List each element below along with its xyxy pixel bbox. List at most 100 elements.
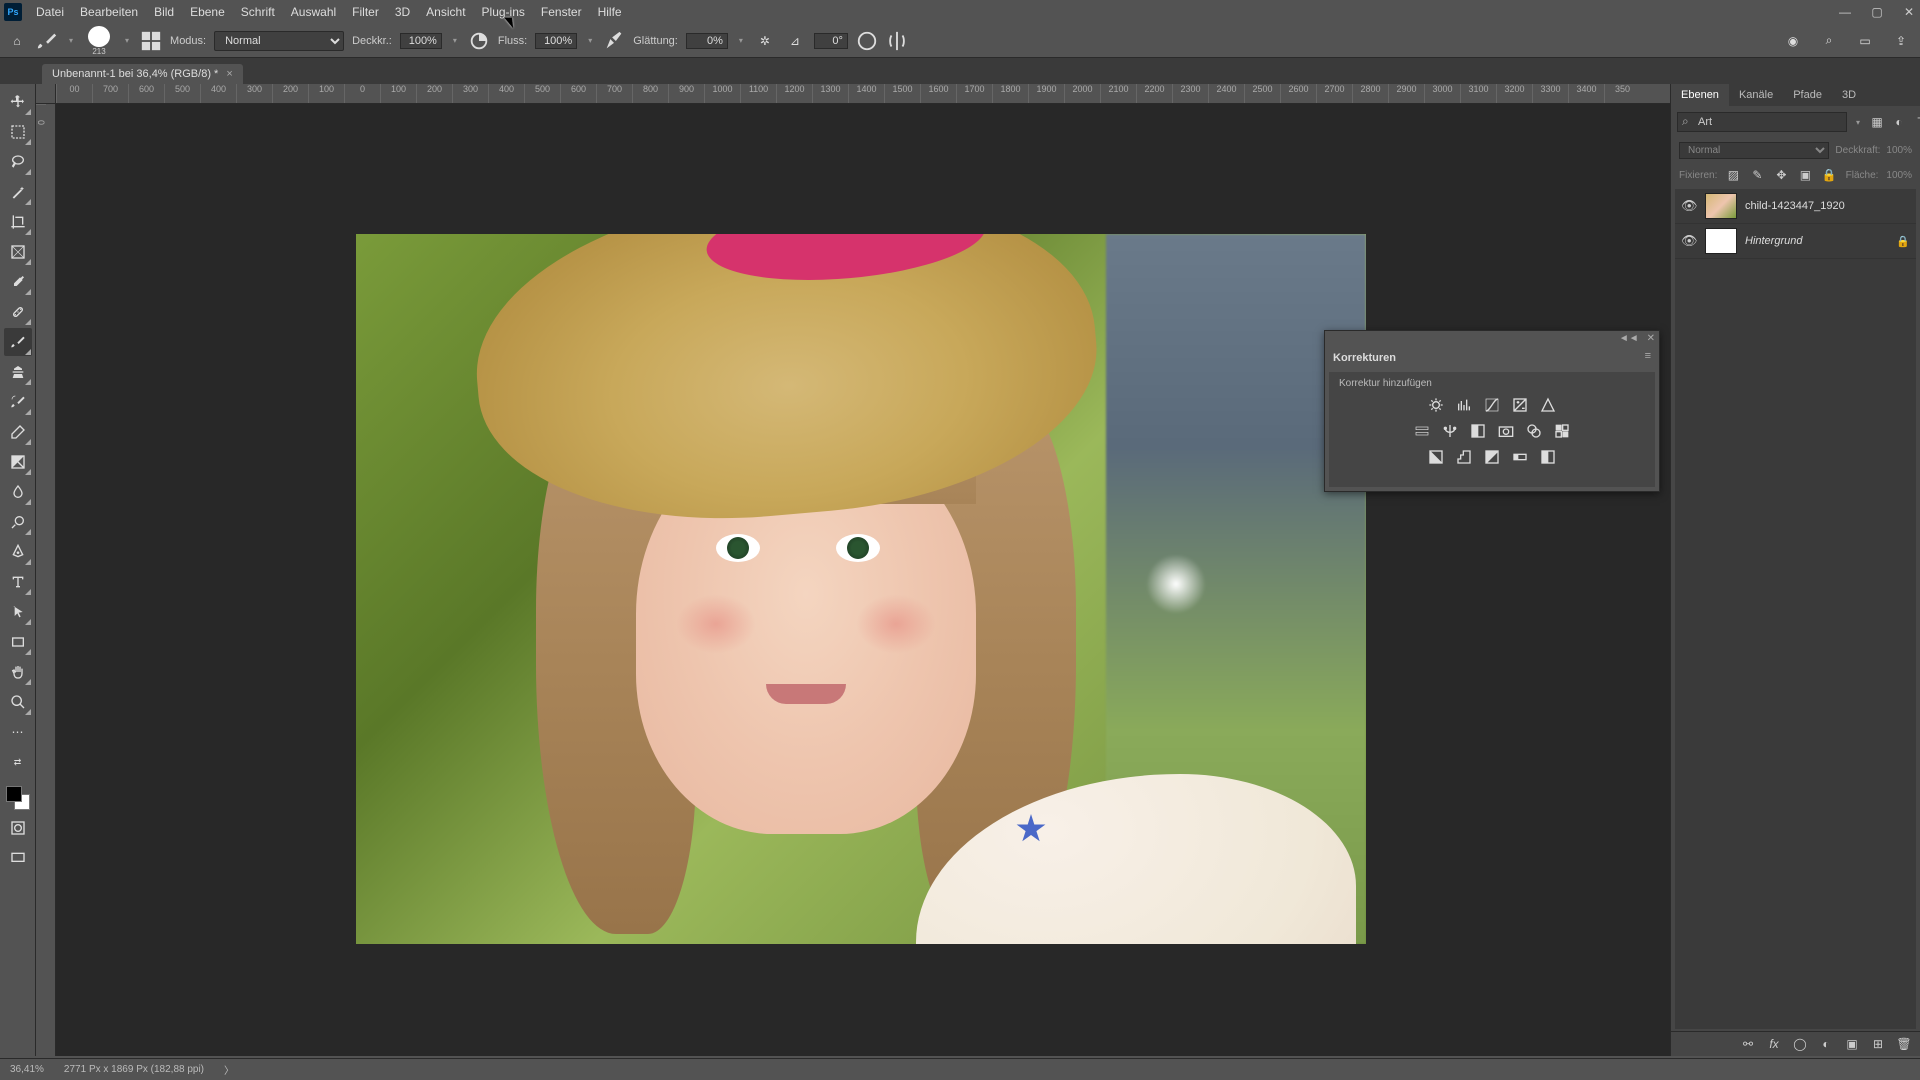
menu-datei[interactable]: Datei — [28, 2, 72, 22]
hand-tool[interactable] — [4, 658, 32, 686]
lasso-tool[interactable] — [4, 148, 32, 176]
flow-input[interactable] — [535, 33, 577, 49]
more-tools[interactable]: ⋯ — [4, 718, 32, 746]
opacity-dropdown[interactable]: ▾ — [450, 36, 460, 45]
menu-filter[interactable]: Filter — [344, 2, 387, 22]
status-caret[interactable]: 〉 — [224, 1062, 234, 1077]
zoom-tool[interactable] — [4, 688, 32, 716]
share-icon[interactable]: ⇪ — [1890, 30, 1912, 52]
fill-value[interactable]: 100% — [1886, 170, 1912, 181]
filter-pixel-icon[interactable]: ▦ — [1869, 114, 1885, 130]
layer-row[interactable]: 👁 Hintergrund 🔒 — [1675, 224, 1916, 259]
brush-tool-icon[interactable] — [36, 30, 58, 52]
pen-tool[interactable] — [4, 538, 32, 566]
menu-fenster[interactable]: Fenster — [533, 2, 590, 22]
quick-mask-icon[interactable] — [4, 814, 32, 842]
channel-mixer-icon[interactable] — [1524, 421, 1544, 441]
crop-tool[interactable] — [4, 208, 32, 236]
window-minimize[interactable]: — — [1838, 5, 1852, 19]
document-tab[interactable]: Unbenannt-1 bei 36,4% (RGB/8) * × — [42, 64, 243, 84]
move-tool[interactable] — [4, 88, 32, 116]
hue-saturation-icon[interactable] — [1412, 421, 1432, 441]
layer-mask-icon[interactable]: ◯ — [1792, 1036, 1808, 1052]
color-balance-icon[interactable] — [1440, 421, 1460, 441]
symmetry-icon[interactable] — [886, 30, 908, 52]
threshold-icon[interactable] — [1482, 447, 1502, 467]
home-icon[interactable]: ⌂ — [6, 30, 28, 52]
tool-preset-dropdown[interactable]: ▾ — [66, 36, 76, 45]
tab-close-icon[interactable]: × — [226, 68, 232, 80]
layers-list[interactable]: 👁 child-1423447_1920 👁 Hintergrund 🔒 — [1675, 189, 1916, 1029]
window-maximize[interactable]: ▢ — [1870, 5, 1884, 19]
layer-thumbnail[interactable] — [1705, 228, 1737, 254]
pressure-size-icon[interactable] — [856, 30, 878, 52]
history-brush-tool[interactable] — [4, 388, 32, 416]
levels-icon[interactable] — [1454, 395, 1474, 415]
magic-wand-tool[interactable] — [4, 178, 32, 206]
lock-pixels-icon[interactable]: ✎ — [1749, 167, 1765, 183]
pressure-opacity-icon[interactable] — [468, 30, 490, 52]
opacity-input[interactable] — [400, 33, 442, 49]
brush-preview[interactable]: 213 — [84, 26, 114, 56]
layer-fx-icon[interactable]: fx — [1766, 1036, 1782, 1052]
smoothing-dropdown[interactable]: ▾ — [736, 36, 746, 45]
filter-dropdown[interactable]: ▾ — [1853, 118, 1863, 127]
color-swatches[interactable] — [4, 784, 32, 812]
layer-group-icon[interactable]: ▣ — [1844, 1036, 1860, 1052]
menu-hilfe[interactable]: Hilfe — [590, 2, 630, 22]
eraser-tool[interactable] — [4, 418, 32, 446]
photo-filter-icon[interactable] — [1496, 421, 1516, 441]
color-lookup-icon[interactable] — [1552, 421, 1572, 441]
curves-icon[interactable] — [1482, 395, 1502, 415]
blend-mode-select[interactable]: Normal — [214, 31, 344, 51]
lock-position-icon[interactable]: ✥ — [1773, 167, 1789, 183]
black-white-icon[interactable] — [1468, 421, 1488, 441]
lock-transparency-icon[interactable]: ▨ — [1725, 167, 1741, 183]
vibrance-icon[interactable] — [1538, 395, 1558, 415]
flow-dropdown[interactable]: ▾ — [585, 36, 595, 45]
adjustments-panel[interactable]: ◄◄ ✕ Korrekturen ≡ Korrektur hinzufügen — [1324, 330, 1660, 492]
edit-toolbar[interactable]: ⇄ — [4, 748, 32, 776]
layer-thumbnail[interactable] — [1705, 193, 1737, 219]
brush-tool[interactable] — [4, 328, 32, 356]
menu-schrift[interactable]: Schrift — [233, 2, 283, 22]
lock-icon[interactable]: 🔒 — [1896, 235, 1910, 248]
layer-name[interactable]: child-1423447_1920 — [1745, 200, 1910, 212]
menu-3d[interactable]: 3D — [387, 2, 418, 22]
menu-ebene[interactable]: Ebene — [182, 2, 233, 22]
layer-name[interactable]: Hintergrund — [1745, 235, 1888, 247]
adjustments-tab[interactable]: Korrekturen — [1333, 352, 1396, 364]
canvas-area[interactable]: 0070060050040030020010001002003004005006… — [36, 84, 1670, 1056]
rectangle-tool[interactable] — [4, 628, 32, 656]
type-tool[interactable] — [4, 568, 32, 596]
smoothing-options-icon[interactable]: ✲ — [754, 30, 776, 52]
zoom-percentage[interactable]: 36,41% — [10, 1064, 44, 1075]
brush-settings-icon[interactable] — [140, 30, 162, 52]
adjustment-layer-icon[interactable]: ◐ — [1818, 1036, 1834, 1052]
ruler-origin[interactable] — [36, 84, 56, 104]
lock-all-icon[interactable]: 🔒 — [1821, 167, 1837, 183]
visibility-icon[interactable]: 👁 — [1681, 233, 1697, 249]
frame-tool[interactable] — [4, 238, 32, 266]
layer-opacity-value[interactable]: 100% — [1886, 145, 1912, 156]
menu-ansicht[interactable]: Ansicht — [418, 2, 473, 22]
dodge-tool[interactable] — [4, 508, 32, 536]
path-selection-tool[interactable] — [4, 598, 32, 626]
posterize-icon[interactable] — [1454, 447, 1474, 467]
marquee-tool[interactable] — [4, 118, 32, 146]
panel-tab-pfade[interactable]: Pfade — [1783, 84, 1832, 106]
panel-tab-3d[interactable]: 3D — [1832, 84, 1866, 106]
filter-type-icon[interactable]: T — [1913, 114, 1920, 130]
smoothing-input[interactable] — [686, 33, 728, 49]
menu-bild[interactable]: Bild — [146, 2, 182, 22]
screen-mode-icon[interactable] — [4, 844, 32, 872]
healing-tool[interactable] — [4, 298, 32, 326]
airbrush-icon[interactable] — [603, 30, 625, 52]
layer-filter-input[interactable] — [1677, 112, 1847, 132]
delete-layer-icon[interactable]: 🗑 — [1896, 1036, 1912, 1052]
horizontal-ruler[interactable]: 0070060050040030020010001002003004005006… — [56, 84, 1670, 104]
workspace-icon[interactable]: ▭ — [1854, 30, 1876, 52]
panel-menu-icon[interactable]: ≡ — [1645, 350, 1651, 362]
foreground-color-swatch[interactable] — [6, 786, 22, 802]
brush-picker-dropdown[interactable]: ▾ — [122, 36, 132, 45]
